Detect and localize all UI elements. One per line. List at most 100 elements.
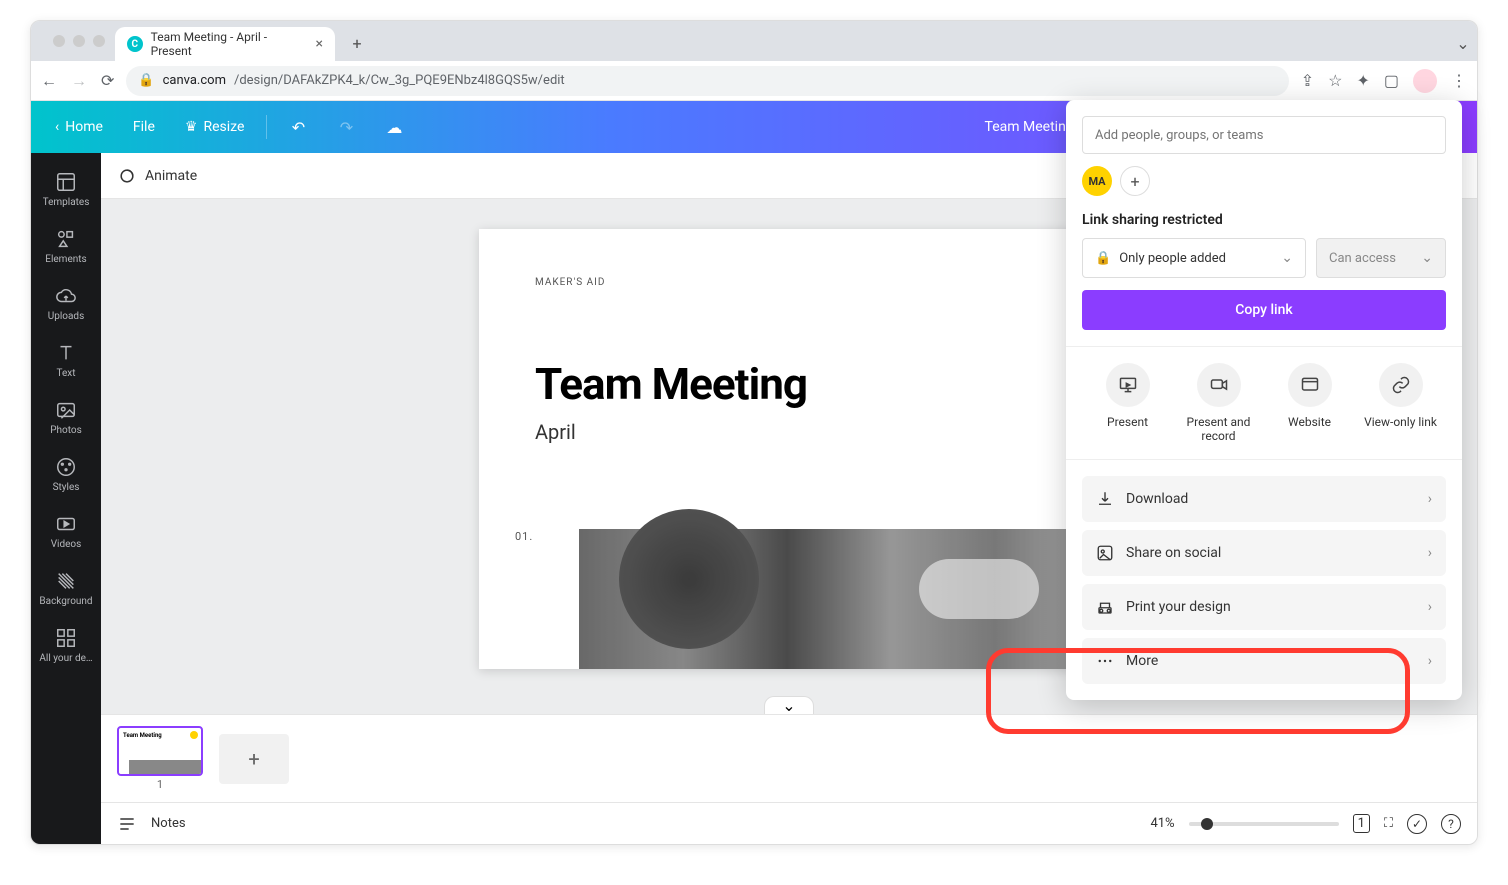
chevron-right-icon: › [1428,599,1432,615]
animate-icon [117,166,137,186]
chevron-down-icon: ⌄ [1421,250,1433,266]
close-window-icon[interactable] [53,35,65,47]
record-icon [1209,375,1229,395]
slide-subtitle[interactable]: April [535,420,1043,444]
social-icon [1096,544,1114,562]
thumb-page-1[interactable]: Team Meeting 1 [117,726,203,791]
thumb-number: 1 [157,778,163,791]
side-panel-icon[interactable]: ▢ [1384,71,1399,90]
add-member-icon[interactable]: + [1120,166,1150,196]
back-icon[interactable]: ← [41,71,57,91]
link-icon [1391,375,1411,395]
share-list-label: Print your design [1126,599,1231,615]
chevron-down-icon: ⌄ [782,696,795,715]
share-action-grid: Present Present and record Website View-… [1082,363,1446,443]
window-controls[interactable] [43,21,115,61]
sidebar-item-label: Elements [45,254,86,265]
collapse-strip-button[interactable]: ⌄ [764,696,814,714]
more-icon [1096,652,1114,670]
share-list-social[interactable]: Share on social› [1082,530,1446,576]
chevron-right-icon: › [1428,545,1432,561]
share-action-present-record[interactable]: Present and record [1179,363,1259,443]
sidebar-item-background[interactable]: Background [31,560,101,617]
member-avatar[interactable]: MA [1082,166,1112,196]
sidebar-item-uploads[interactable]: Uploads [31,275,101,332]
reload-icon[interactable]: ⟳ [101,71,114,91]
sidebar-item-text[interactable]: Text [31,332,101,389]
star-icon[interactable]: ☆ [1328,71,1342,90]
redo-button[interactable]: ↷ [329,110,363,144]
fullscreen-icon[interactable]: ⛶ [1384,816,1393,831]
cloud-sync-icon[interactable]: ☁ [377,110,411,144]
sidebar-item-photos[interactable]: Photos [31,389,101,446]
sidebar-item-label: Templates [43,197,90,208]
file-label: File [133,119,155,135]
canva-favicon-icon: C [127,36,143,52]
left-sidebar: Templates Elements Uploads Text Photos S… [31,153,101,844]
url-host: canva.com [163,73,226,88]
resize-button[interactable]: ♛ Resize [177,113,253,141]
maximize-window-icon[interactable] [93,35,105,47]
share-list-download[interactable]: Download› [1082,476,1446,522]
check-icon[interactable]: ✓ [1407,814,1427,834]
sidebar-item-label: Background [39,596,92,607]
share-panel: MA + Link sharing restricted 🔒Only peopl… [1066,100,1462,700]
website-icon [1300,375,1320,395]
share-action-label: Present [1107,415,1148,429]
sidebar-item-templates[interactable]: Templates [31,161,101,218]
slide-photo[interactable] [579,529,1099,669]
sidebar-item-label: All your de… [39,653,92,664]
forward-icon[interactable]: → [71,71,87,91]
crown-icon: ♛ [185,119,198,135]
sidebar-item-label: Photos [50,425,82,436]
add-people-input[interactable] [1082,116,1446,154]
copy-link-button[interactable]: Copy link [1082,290,1446,330]
sidebar-item-elements[interactable]: Elements [31,218,101,275]
sidebar-item-styles[interactable]: Styles [31,446,101,503]
browser-tab[interactable]: C Team Meeting - April - Present × [115,27,335,61]
minimize-window-icon[interactable] [73,35,85,47]
access-role-select[interactable]: Can access ⌄ [1316,238,1446,278]
tab-title: Team Meeting - April - Present [151,30,308,58]
undo-button[interactable]: ↶ [281,110,315,144]
tabs-dropdown-icon[interactable]: ⌄ [1449,29,1477,57]
share-action-website[interactable]: Website [1270,363,1350,443]
notes-button[interactable]: Notes [151,816,186,831]
chevron-down-icon: ⌄ [1281,250,1293,266]
chevron-left-icon: ‹ [55,119,59,135]
add-page-button[interactable]: + [219,734,289,784]
profile-avatar-icon[interactable] [1413,69,1437,93]
address-bar: ← → ⟳ 🔒 canva.com/design/DAFAkZPK4_k/Cw_… [31,61,1477,101]
close-tab-icon[interactable]: × [316,36,323,52]
share-action-view-link[interactable]: View-only link [1361,363,1441,443]
page-strip: Team Meeting 1 + [101,714,1477,802]
extensions-icon[interactable]: ✦ [1356,71,1369,90]
new-tab-button[interactable]: + [343,29,371,57]
access-scope-select[interactable]: 🔒Only people added ⌄ [1082,238,1306,278]
resize-label: Resize [203,119,244,135]
animate-button[interactable]: Animate [145,168,197,184]
chevron-right-icon: › [1428,491,1432,507]
slide[interactable]: MAKER'S AID Team Meeting April 01. [479,229,1099,669]
zoom-slider[interactable] [1189,822,1339,826]
notes-icon [117,814,137,834]
home-button[interactable]: ‹ Home [47,113,111,141]
slide-number: 01. [515,530,533,543]
tab-strip: C Team Meeting - April - Present × + ⌄ [31,21,1477,61]
page-indicator[interactable]: 1 [1353,814,1370,833]
share-action-present[interactable]: Present [1088,363,1168,443]
sidebar-item-videos[interactable]: Videos [31,503,101,560]
kebab-menu-icon[interactable]: ⋮ [1451,71,1467,90]
share-list-more[interactable]: More› [1082,638,1446,684]
share-action-label: View-only link [1364,415,1437,429]
sidebar-item-all-designs[interactable]: All your de… [31,617,101,674]
share-page-icon[interactable]: ⇪ [1301,71,1314,90]
slide-title[interactable]: Team Meeting [535,358,1043,410]
zoom-value: 41% [1150,816,1174,831]
home-label: Home [65,119,103,135]
file-menu[interactable]: File [125,113,163,141]
share-list-print[interactable]: Print your design › [1082,584,1446,630]
help-icon[interactable]: ? [1441,814,1461,834]
url-box[interactable]: 🔒 canva.com/design/DAFAkZPK4_k/Cw_3g_PQE… [126,66,1288,96]
url-path: /design/DAFAkZPK4_k/Cw_3g_PQE9ENbz4l8GQS… [234,73,565,88]
